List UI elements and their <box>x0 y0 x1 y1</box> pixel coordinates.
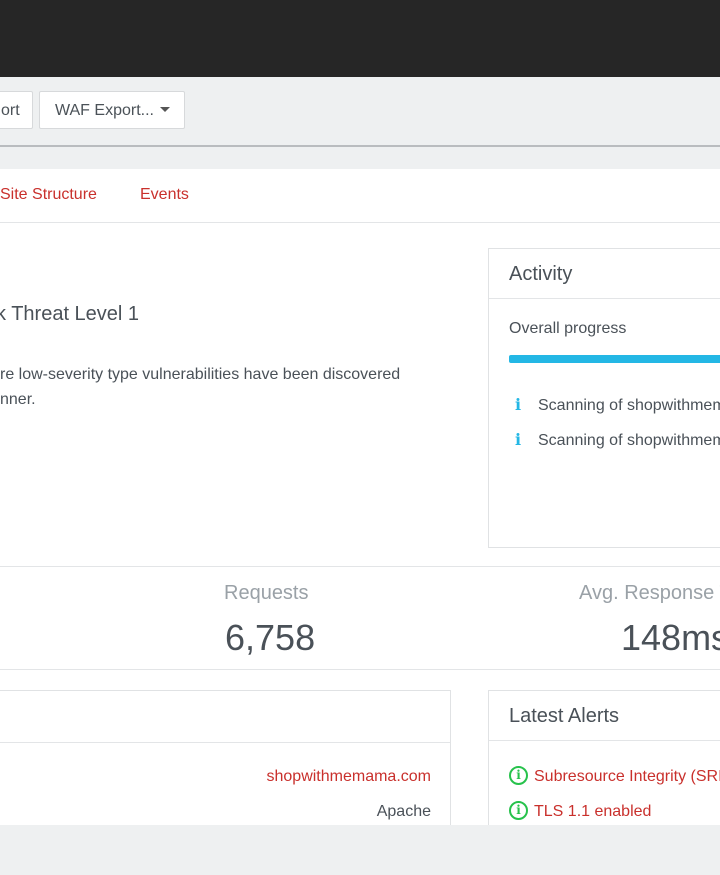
activity-panel: Activity Overall progress i Scanning of s… <box>488 248 720 548</box>
target-host-link[interactable]: shopwithmemama.com <box>267 768 432 786</box>
waf-export-label: WAF Export... <box>55 102 154 119</box>
generate-report-button[interactable]: ort <box>0 91 33 129</box>
target-info-panel: shopwithmemama.com Apache <box>0 690 451 825</box>
info-icon: i <box>515 395 522 414</box>
alert-item[interactable]: i Subresource Integrity (SRI) not impleme… <box>509 766 720 786</box>
threat-level-description: re low-severity type vulnerabilities hav… <box>0 362 430 412</box>
avg-response-value: 148ms <box>621 617 720 658</box>
overall-progress-bar <box>509 355 720 363</box>
report-button-label: ort <box>1 102 20 119</box>
activity-item: i Scanning of shopwithmemama.com <box>509 395 720 415</box>
threat-desc-line-2: nner. <box>0 391 36 408</box>
top-navbar <box>0 0 720 77</box>
latest-alerts-panel: Latest Alerts i Subresource Integrity (SR… <box>488 690 720 825</box>
info-circle-icon: i <box>509 766 528 786</box>
activity-title: Activity <box>489 249 720 299</box>
target-info-header <box>0 691 450 743</box>
activity-item-text: Scanning of shopwithmemama.com <box>538 432 720 449</box>
scan-tabs: Site Structure Events <box>0 169 720 223</box>
avg-response-label: Avg. Response Time <box>579 582 720 604</box>
scan-content: Site Structure Events k Threat Level 1 r… <box>0 169 720 825</box>
overall-progress-label: Overall progress <box>509 320 627 337</box>
threat-level-title: k Threat Level 1 <box>0 303 140 325</box>
latest-alerts-title: Latest Alerts <box>489 691 720 741</box>
info-circle-icon: i <box>509 801 528 821</box>
requests-value: 6,758 <box>225 617 316 658</box>
tab-events[interactable]: Events <box>140 186 189 204</box>
activity-item: i Scanning of shopwithmemama.com <box>509 430 720 450</box>
waf-export-dropdown[interactable]: WAF Export... <box>39 91 185 129</box>
threat-desc-line-1: re low-severity type vulnerabilities hav… <box>0 366 401 383</box>
alert-item-text: Subresource Integrity (SRI) not implemen… <box>534 768 720 785</box>
toolbar: ort WAF Export... <box>0 77 720 147</box>
caret-down-icon <box>159 107 170 113</box>
alert-item[interactable]: i TLS 1.1 enabled <box>509 801 652 821</box>
info-icon: i <box>515 430 522 449</box>
requests-label: Requests <box>224 582 309 604</box>
alert-item-text: TLS 1.1 enabled <box>534 803 652 820</box>
progress-fill <box>509 355 720 363</box>
tab-site-structure[interactable]: Site Structure <box>0 186 97 204</box>
scan-stats: Requests 6,758 Avg. Response Time 148ms <box>0 566 720 670</box>
activity-item-text: Scanning of shopwithmemama.com <box>538 397 720 414</box>
target-server-value: Apache <box>376 803 431 820</box>
